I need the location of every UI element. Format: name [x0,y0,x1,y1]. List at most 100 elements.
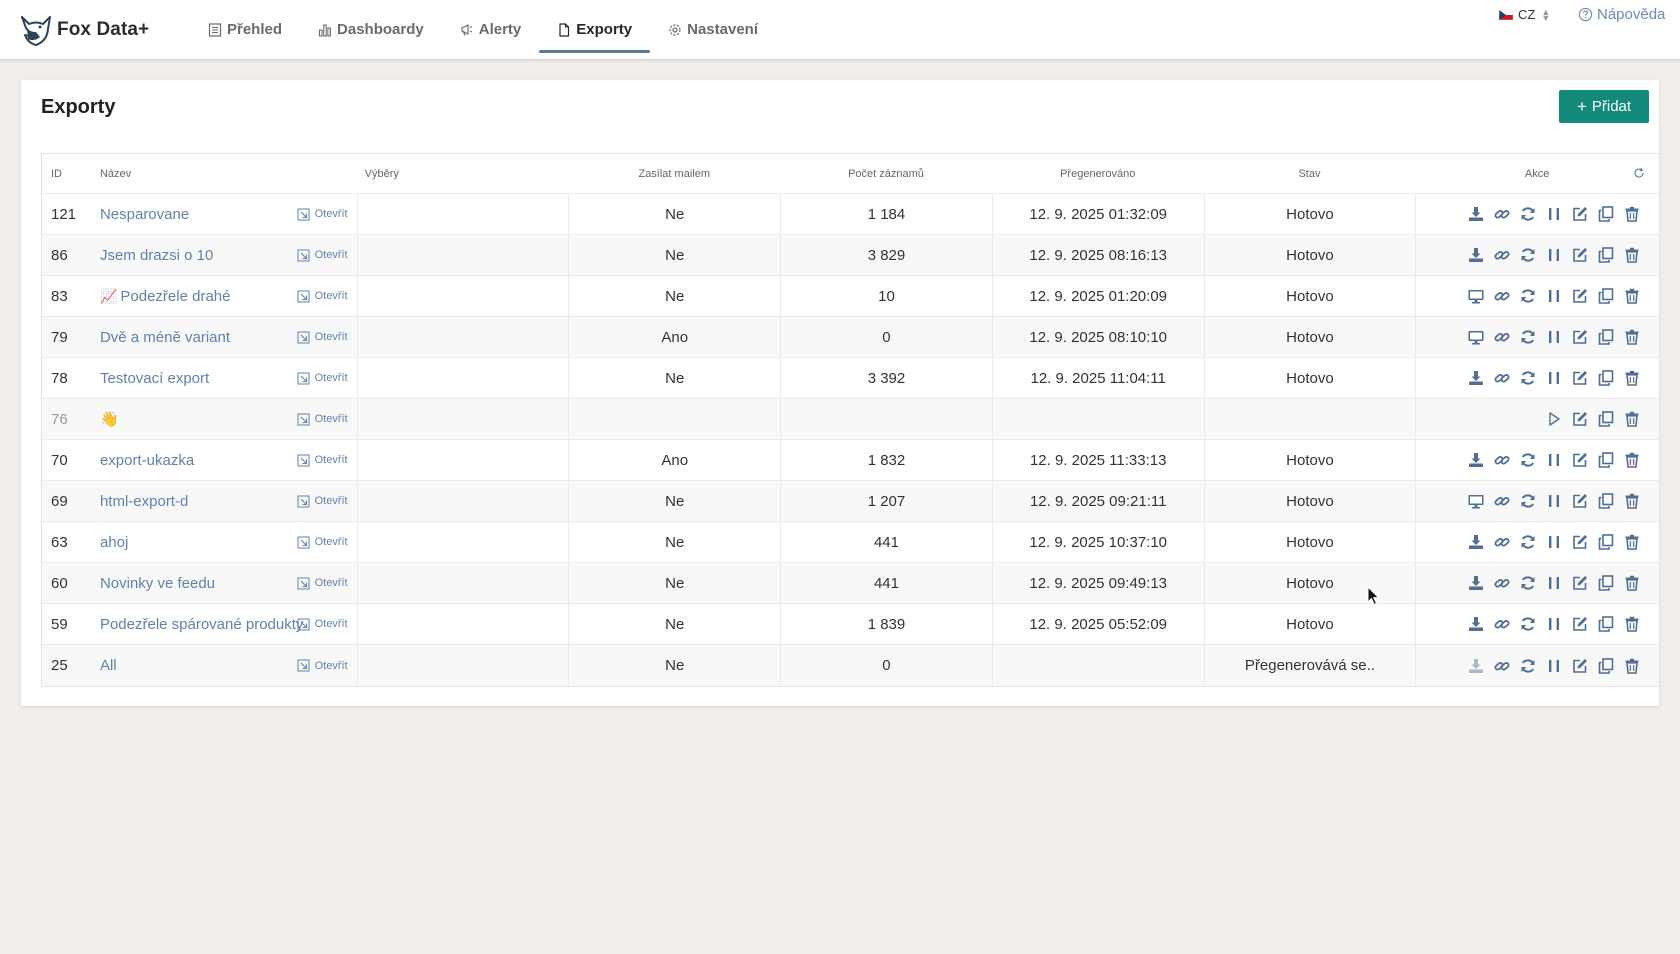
open-link[interactable]: Otevřít [297,399,348,439]
link-icon[interactable] [1489,365,1515,391]
regenerate-icon[interactable] [1515,570,1541,596]
edit-icon[interactable] [1567,283,1593,309]
open-link[interactable]: Otevřít [297,317,348,357]
tab-dashboardy[interactable]: Dashboardy [300,0,442,59]
edit-icon[interactable] [1567,201,1593,227]
trash-icon[interactable] [1619,365,1645,391]
trash-icon[interactable] [1619,447,1645,473]
open-link[interactable]: Otevřít [297,235,348,275]
link-icon[interactable] [1489,488,1515,514]
copy-icon[interactable] [1593,365,1619,391]
pause-columns-icon[interactable] [1541,283,1567,309]
download-icon[interactable] [1463,242,1489,268]
edit-icon[interactable] [1567,324,1593,350]
regenerate-icon[interactable] [1515,324,1541,350]
trash-icon[interactable] [1619,529,1645,555]
export-name-link[interactable]: All [100,657,117,674]
refresh-table-icon[interactable] [1633,167,1645,179]
open-link[interactable]: Otevřít [297,604,348,644]
link-icon[interactable] [1489,283,1515,309]
link-icon[interactable] [1489,529,1515,555]
download-icon[interactable] [1463,447,1489,473]
pause-columns-icon[interactable] [1541,242,1567,268]
trash-icon[interactable] [1619,570,1645,596]
regenerate-icon[interactable] [1515,488,1541,514]
trash-icon[interactable] [1619,201,1645,227]
column-header-name[interactable]: Název [92,154,357,193]
copy-icon[interactable] [1593,488,1619,514]
copy-icon[interactable] [1593,447,1619,473]
pause-columns-icon[interactable] [1541,653,1567,679]
trash-icon[interactable] [1619,283,1645,309]
open-link[interactable]: Otevřít [297,645,348,686]
open-link[interactable]: Otevřít [297,358,348,398]
download-icon[interactable] [1463,653,1489,679]
edit-icon[interactable] [1567,570,1593,596]
edit-icon[interactable] [1567,447,1593,473]
download-icon[interactable] [1463,570,1489,596]
play-icon[interactable] [1541,406,1567,432]
brand-logo[interactable]: Fox Data+ [19,12,149,48]
monitor-icon[interactable] [1463,283,1489,309]
edit-icon[interactable] [1567,365,1593,391]
edit-icon[interactable] [1567,653,1593,679]
monitor-icon[interactable] [1463,324,1489,350]
regenerate-icon[interactable] [1515,653,1541,679]
trash-icon[interactable] [1619,611,1645,637]
edit-icon[interactable] [1567,242,1593,268]
pause-columns-icon[interactable] [1541,529,1567,555]
trash-icon[interactable] [1619,324,1645,350]
copy-icon[interactable] [1593,324,1619,350]
export-name-link[interactable]: Jsem drazsi o 10 [100,247,213,264]
help-link[interactable]: Nápověda [1578,6,1665,23]
export-name-link[interactable]: Testovací export [100,370,209,387]
export-name-link[interactable]: 👋 [100,410,119,428]
copy-icon[interactable] [1593,406,1619,432]
regenerate-icon[interactable] [1515,283,1541,309]
trash-icon[interactable] [1619,406,1645,432]
open-link[interactable]: Otevřít [297,522,348,562]
download-icon[interactable] [1463,201,1489,227]
download-icon[interactable] [1463,365,1489,391]
trash-icon[interactable] [1619,242,1645,268]
open-link[interactable]: Otevřít [297,276,348,316]
link-icon[interactable] [1489,653,1515,679]
export-name-link[interactable]: ahoj [100,534,128,551]
link-icon[interactable] [1489,611,1515,637]
open-link[interactable]: Otevřít [297,481,348,521]
pause-columns-icon[interactable] [1541,201,1567,227]
regenerate-icon[interactable] [1515,365,1541,391]
pause-columns-icon[interactable] [1541,488,1567,514]
tab-exporty[interactable]: Exporty [539,0,650,59]
link-icon[interactable] [1489,242,1515,268]
pause-columns-icon[interactable] [1541,324,1567,350]
link-icon[interactable] [1489,570,1515,596]
copy-icon[interactable] [1593,529,1619,555]
regenerate-icon[interactable] [1515,611,1541,637]
export-name-link[interactable]: Dvě a méně variant [100,329,230,346]
add-export-button[interactable]: + Přidat [1559,90,1649,123]
pause-columns-icon[interactable] [1541,611,1567,637]
edit-icon[interactable] [1567,611,1593,637]
regenerate-icon[interactable] [1515,529,1541,555]
trash-icon[interactable] [1619,488,1645,514]
tab-prehled[interactable]: Přehled [190,0,300,59]
monitor-icon[interactable] [1463,488,1489,514]
copy-icon[interactable] [1593,242,1619,268]
link-icon[interactable] [1489,324,1515,350]
tab-alerty[interactable]: Alerty [442,0,540,59]
regenerate-icon[interactable] [1515,447,1541,473]
copy-icon[interactable] [1593,611,1619,637]
tab-nastaveni[interactable]: Nastavení [650,0,776,59]
copy-icon[interactable] [1593,201,1619,227]
download-icon[interactable] [1463,529,1489,555]
regenerate-icon[interactable] [1515,242,1541,268]
export-name-link[interactable]: export-ukazka [100,452,194,469]
open-link[interactable]: Otevřít [297,194,348,234]
open-link[interactable]: Otevřít [297,440,348,480]
regenerate-icon[interactable] [1515,201,1541,227]
copy-icon[interactable] [1593,653,1619,679]
edit-icon[interactable] [1567,488,1593,514]
export-name-link[interactable]: Nesparovane [100,206,189,223]
copy-icon[interactable] [1593,570,1619,596]
